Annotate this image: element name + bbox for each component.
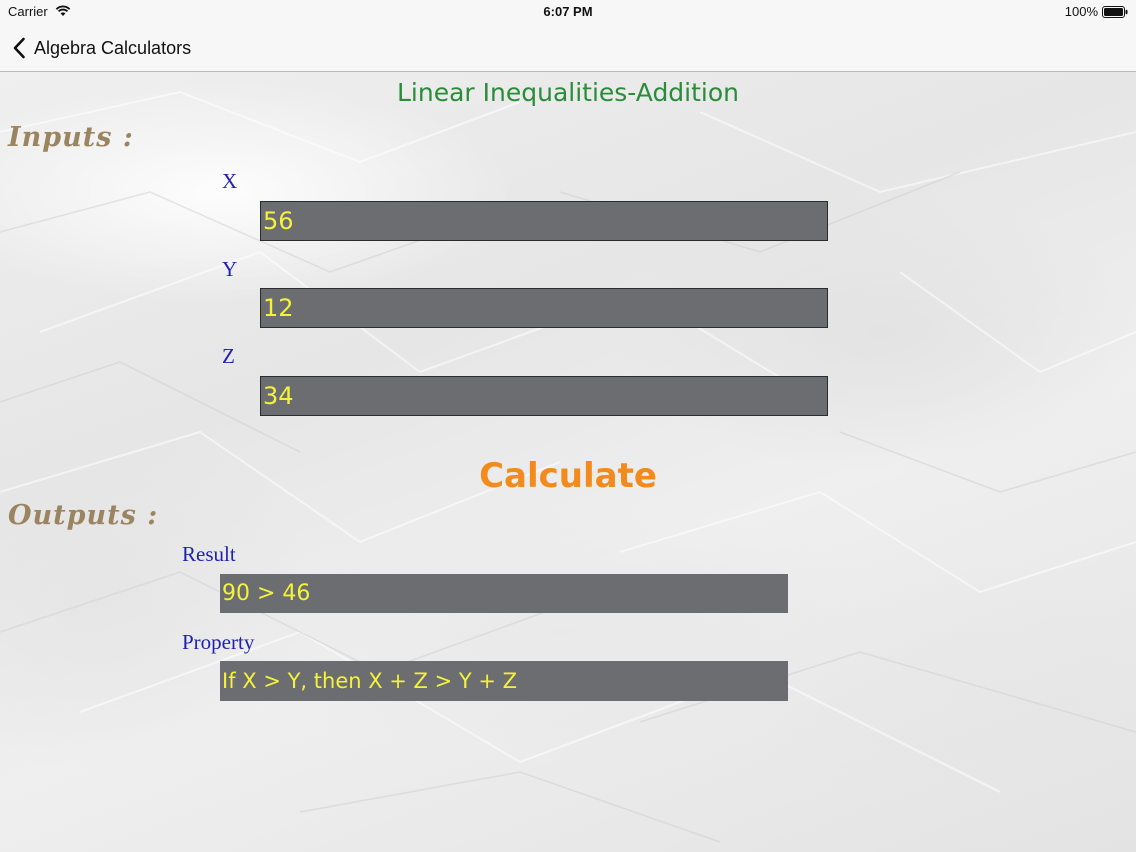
y-input[interactable]: 12 bbox=[260, 288, 828, 328]
status-bar: Carrier 6:07 PM 100% bbox=[0, 0, 1136, 24]
chevron-left-icon bbox=[13, 37, 25, 59]
wifi-icon bbox=[55, 5, 71, 16]
property-output: If X > Y, then X + Z > Y + Z bbox=[220, 661, 788, 701]
back-button[interactable]: Algebra Calculators bbox=[12, 34, 191, 62]
y-label: Y bbox=[222, 257, 238, 281]
battery-icon bbox=[1102, 6, 1128, 18]
page-title: Linear Inequalities-Addition bbox=[396, 78, 740, 107]
inputs-heading: Inputs : bbox=[8, 122, 134, 153]
z-label: Z bbox=[222, 344, 235, 368]
calculate-button[interactable]: Calculate bbox=[479, 456, 657, 496]
clock: 6:07 PM bbox=[543, 4, 593, 19]
battery-percentage: 100% bbox=[1064, 4, 1098, 19]
back-label: Algebra Calculators bbox=[34, 37, 192, 58]
x-input[interactable]: 56 bbox=[260, 201, 828, 241]
outputs-heading: Outputs : bbox=[8, 500, 159, 531]
property-label: Property bbox=[182, 630, 255, 654]
result-output: 90 > 46 bbox=[220, 574, 788, 613]
carrier-label: Carrier bbox=[8, 4, 48, 19]
z-input[interactable]: 34 bbox=[260, 376, 828, 416]
result-label: Result bbox=[182, 542, 236, 566]
x-label: X bbox=[222, 169, 238, 193]
navigation-bar: Algebra Calculators bbox=[0, 24, 1136, 72]
